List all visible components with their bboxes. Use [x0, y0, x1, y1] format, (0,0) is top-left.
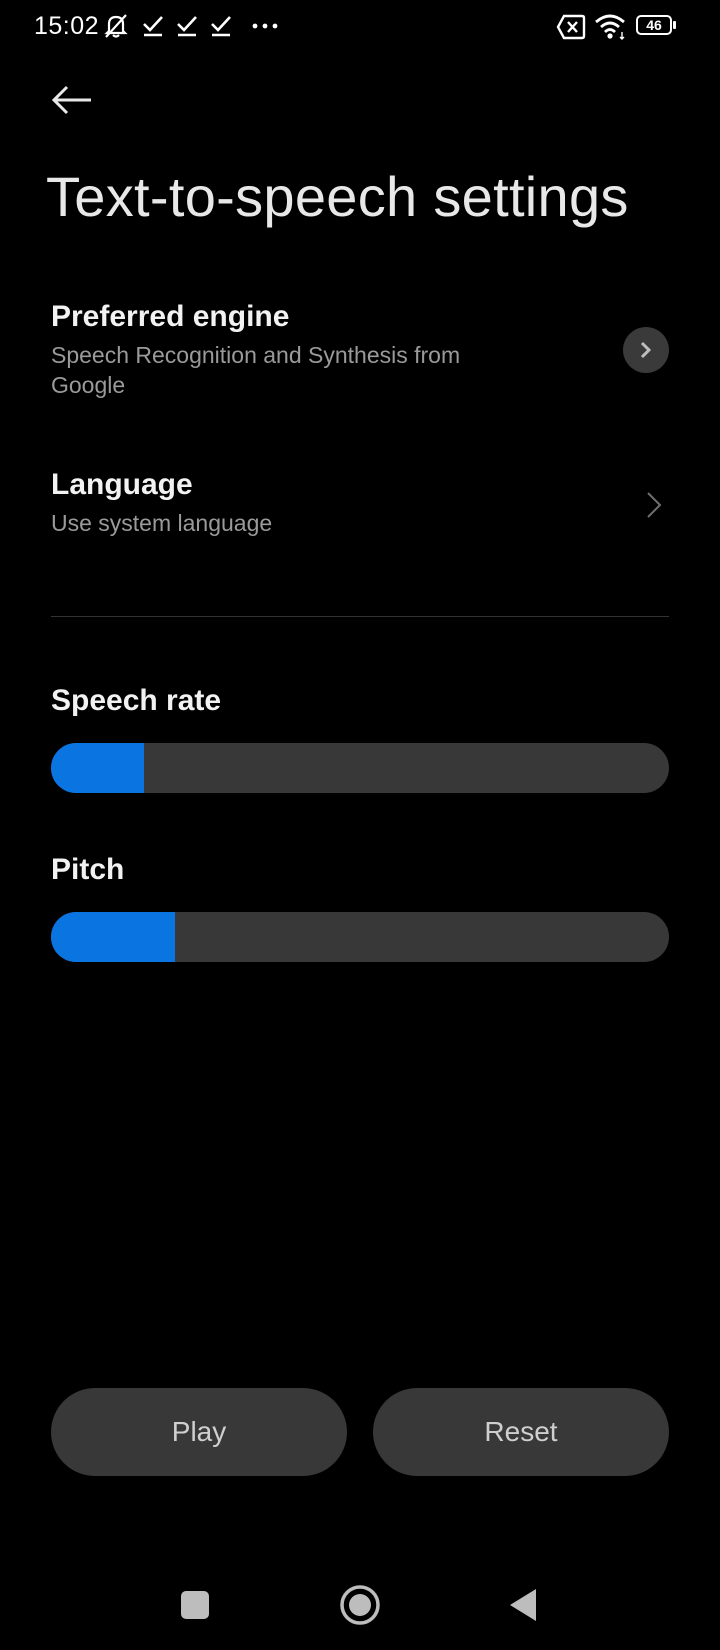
- arrow-left-icon: [51, 85, 91, 115]
- back-nav-button[interactable]: [493, 1580, 553, 1630]
- home-button[interactable]: [330, 1580, 390, 1630]
- play-button[interactable]: Play: [51, 1388, 347, 1476]
- check-icon: [211, 16, 231, 37]
- preferred-engine-value: Speech Recognition and Synthesis from Go…: [51, 342, 461, 398]
- battery-level: 46: [646, 17, 662, 33]
- more-dots-icon: [252, 23, 278, 29]
- reset-button[interactable]: Reset: [373, 1388, 669, 1476]
- status-bar: 15:02 46: [0, 0, 720, 56]
- pitch-fill: [51, 912, 175, 962]
- chevron-right-icon: [640, 341, 652, 359]
- back-button[interactable]: [44, 76, 100, 124]
- language-value: Use system language: [51, 510, 273, 536]
- page-title: Text-to-speech settings: [46, 165, 629, 228]
- recents-button[interactable]: [165, 1580, 225, 1630]
- preferred-engine-item[interactable]: Preferred engine Speech Recognition and …: [51, 300, 669, 410]
- language-chevron: [639, 485, 669, 525]
- language-item[interactable]: Language Use system language: [51, 468, 669, 548]
- wifi-icon: [595, 14, 625, 40]
- speech-rate-fill: [51, 743, 144, 793]
- status-time: 15:02: [34, 12, 100, 40]
- check-icon: [143, 16, 163, 37]
- check-icon: [177, 16, 197, 37]
- chevron-right-icon: [647, 492, 662, 518]
- navigation-bar: [0, 1560, 720, 1650]
- pitch-slider[interactable]: [51, 912, 669, 962]
- speech-rate-label: Speech rate: [51, 684, 222, 717]
- square-icon: [181, 1591, 209, 1619]
- language-title: Language: [51, 468, 193, 501]
- home-circle-icon: [340, 1585, 380, 1625]
- sim-x-icon: [556, 14, 586, 40]
- muted-bell-icon: [104, 14, 128, 38]
- section-divider: [51, 616, 669, 617]
- preferred-engine-title: Preferred engine: [51, 300, 290, 333]
- triangle-back-icon: [510, 1589, 536, 1621]
- battery-icon: 46: [636, 15, 678, 39]
- engine-settings-button[interactable]: [623, 327, 669, 373]
- pitch-label: Pitch: [51, 853, 125, 886]
- speech-rate-slider[interactable]: [51, 743, 669, 793]
